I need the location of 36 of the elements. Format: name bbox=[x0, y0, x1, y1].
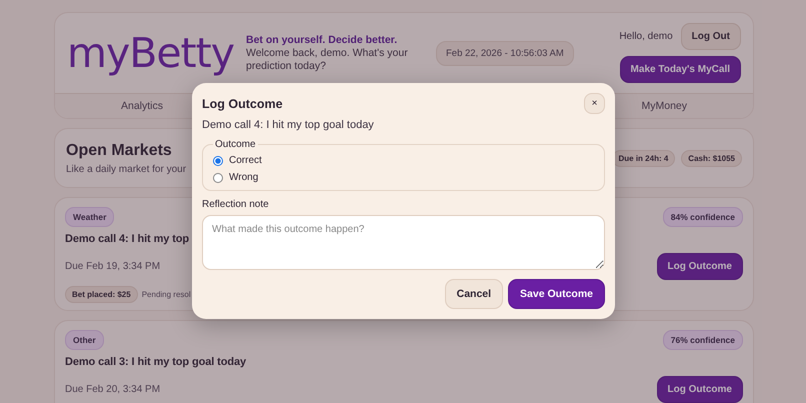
datetime-pill: Feb 22, 2026 - 10:56:03 AM bbox=[436, 40, 574, 66]
dialog-title: Log Outcome bbox=[202, 96, 283, 110]
logout-button[interactable]: Log Out bbox=[680, 23, 741, 50]
radio-button[interactable] bbox=[213, 172, 223, 182]
close-button[interactable]: × bbox=[584, 93, 605, 114]
category-tag: Weather bbox=[65, 207, 114, 227]
group-legend: Outcome bbox=[213, 139, 258, 150]
nav-tab[interactable]: MyMoney bbox=[641, 100, 687, 112]
radio-label[interactable]: Wrong bbox=[229, 172, 258, 183]
market-title: Demo call 4: I hit my top bbox=[65, 233, 190, 245]
bet-badge: Bet placed: $25 bbox=[65, 286, 138, 303]
confidence-tag: 84% confidence bbox=[662, 207, 743, 227]
save-outcome-button[interactable]: Save Outcome bbox=[508, 279, 605, 309]
confidence-tag: 76% confidence bbox=[662, 330, 743, 350]
radio-button[interactable] bbox=[213, 156, 223, 166]
make-call-button[interactable]: Make Today's MyCall bbox=[620, 56, 741, 83]
welcome-text: Welcome back, demo. What's your prediction today? bbox=[246, 46, 409, 72]
greeting: Hello, demo bbox=[619, 31, 673, 42]
logo: myBetty bbox=[67, 30, 234, 76]
nav-tab[interactable]: Analytics bbox=[121, 100, 164, 112]
stat-badge: Cash: $1055 bbox=[681, 150, 742, 166]
radio-label[interactable]: Correct bbox=[229, 155, 262, 166]
due-date: Due Feb 19, 3:34 PM bbox=[65, 261, 160, 272]
category-tag: Other bbox=[65, 330, 104, 350]
section-subtitle: Like a daily market for your bbox=[66, 164, 186, 174]
log-outcome-button[interactable]: Log Outcome bbox=[656, 376, 743, 403]
call-title: Demo call 4: I hit my top goal today bbox=[202, 119, 375, 131]
reflection-note-field[interactable]: What made this outcome happen? bbox=[202, 215, 605, 270]
due-date: Due Feb 20, 3:34 PM bbox=[65, 384, 160, 395]
status-text: Pending resol bbox=[142, 290, 191, 299]
tagline: Bet on yourself. Decide better. bbox=[246, 34, 398, 46]
field-label: Reflection note bbox=[202, 199, 270, 210]
cancel-button[interactable]: Cancel bbox=[444, 279, 504, 309]
log-outcome-button[interactable]: Log Outcome bbox=[656, 253, 743, 280]
section-title: Open Markets bbox=[66, 142, 173, 160]
market-title: Demo call 3: I hit my top goal today bbox=[65, 356, 247, 368]
